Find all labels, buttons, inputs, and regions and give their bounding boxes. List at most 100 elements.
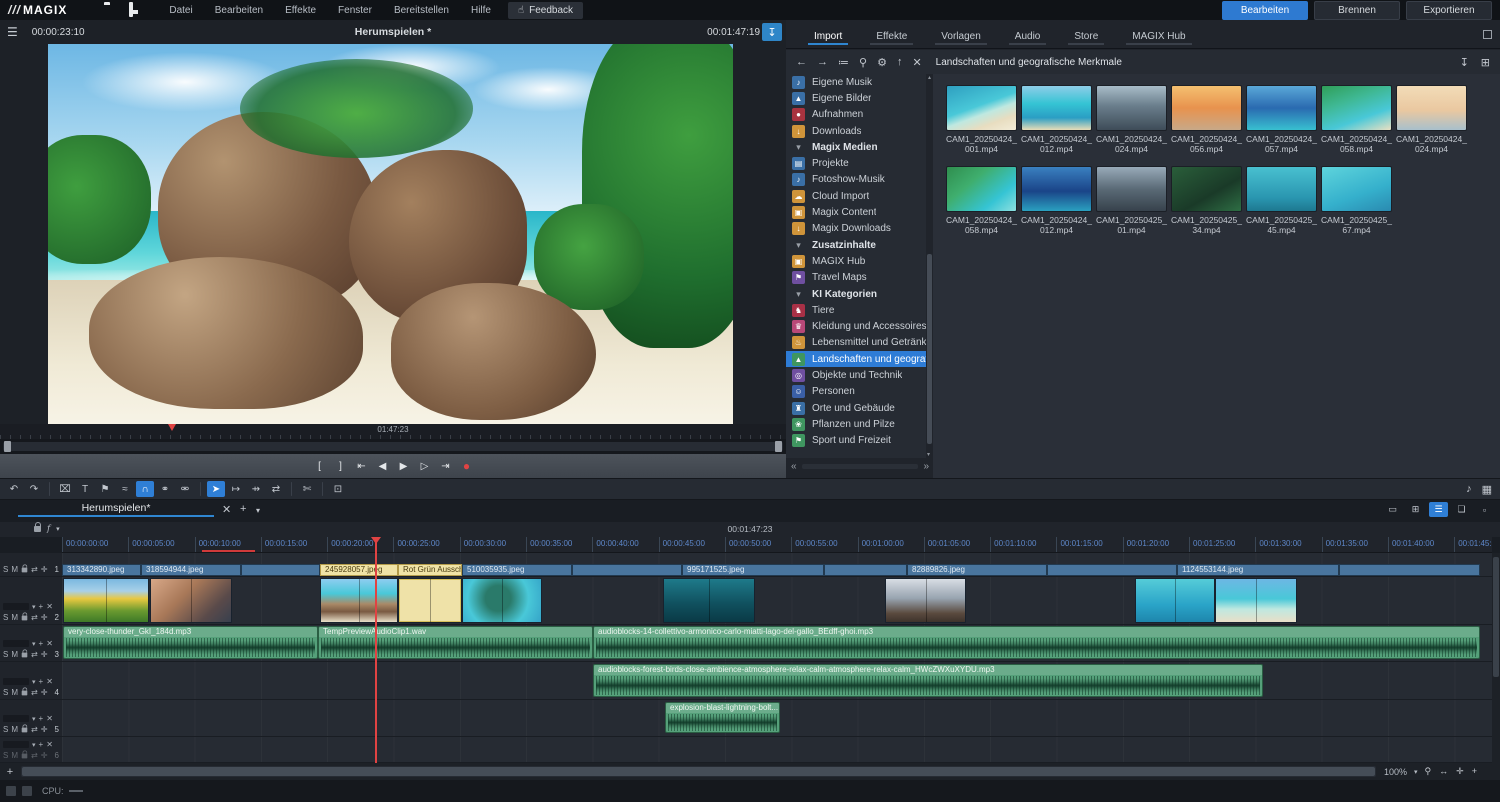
track-swap-icon[interactable]: ⇄ (31, 565, 38, 574)
track-move-icon[interactable]: ✛ (41, 751, 48, 760)
previous-frame-button[interactable]: ◀ (374, 458, 391, 475)
image-clip[interactable] (572, 564, 682, 576)
sidebar-item[interactable]: ⚑ Travel Maps (786, 270, 926, 286)
menu-item[interactable]: Bereitstellen (383, 1, 460, 20)
track-move-icon[interactable]: ✛ (41, 688, 48, 697)
image-clip[interactable] (1339, 564, 1480, 576)
detach-timeline-icon[interactable]: ▫ (1475, 502, 1494, 517)
audio-clip[interactable]: very-close-thunder_GkI_184d.mp3 (63, 626, 318, 659)
search-icon[interactable]: ⚲ (859, 56, 867, 69)
preview-video-frame[interactable] (48, 44, 733, 424)
image-clip[interactable]: 245928057.jpeg (320, 564, 398, 576)
media-file-item[interactable]: CAM1_20250424_056.mp4 (1171, 85, 1242, 154)
timeline-tab[interactable]: Herumspielen* (18, 502, 214, 514)
video-clip[interactable] (1215, 578, 1297, 623)
timeline-ruler[interactable]: 00:00:00:0000:00:05:0000:00:10:0000:00:1… (62, 537, 1492, 553)
settings-icon[interactable]: ⚙ (877, 56, 887, 69)
sidebar-item[interactable]: ❀ Pflanzen und Pilze (786, 416, 926, 432)
status-panel-icon[interactable] (22, 786, 32, 796)
media-file-item[interactable]: CAM1_20250424_058.mp4 (946, 166, 1017, 235)
menu-item[interactable]: Fenster (327, 1, 383, 20)
mouse-mode-all-icon[interactable]: ⇸ (247, 481, 265, 497)
video-clip[interactable] (663, 578, 755, 623)
solo-button[interactable]: S (3, 688, 8, 697)
sidebar-item[interactable]: ▣ MAGIX Hub (786, 253, 926, 269)
sidebar-item[interactable]: ♪ Eigene Musik (786, 74, 926, 90)
track-content[interactable] (62, 737, 1492, 762)
tree-view-icon[interactable]: ≔ (838, 56, 849, 69)
preview-mode-icon[interactable]: ▭ (1383, 502, 1402, 517)
mouse-mode-icon[interactable]: ➤ (207, 481, 225, 497)
sidebar-item[interactable]: ▾ Zusatzinhalte (786, 237, 926, 253)
scroll-handle-right[interactable] (775, 441, 782, 452)
track-swap-icon[interactable]: ⇄ (31, 751, 38, 760)
track-lock-icon[interactable] (22, 567, 28, 572)
forward-icon[interactable]: → (817, 56, 828, 69)
track-swap-icon[interactable]: ⇄ (31, 688, 38, 697)
mute-button[interactable]: M (11, 688, 18, 697)
undo-icon[interactable]: ↶ (5, 481, 23, 497)
sidebar-item[interactable]: ☁ Cloud Import (786, 188, 926, 204)
tab-menu-icon[interactable]: ▾ (256, 506, 260, 515)
track-add-icon[interactable]: + (39, 677, 44, 686)
track-close-icon[interactable]: ✕ (46, 677, 53, 686)
play-button[interactable]: ▶ (395, 458, 412, 475)
audio-export-button[interactable]: ↧ (762, 23, 782, 41)
solo-button[interactable]: S (3, 725, 8, 734)
mode-button[interactable]: Brennen (1314, 1, 1400, 20)
sidebar-item[interactable]: ● Aufnahmen (786, 107, 926, 123)
mute-button[interactable]: M (11, 565, 18, 574)
object-swap-icon[interactable]: ⇄ (267, 481, 285, 497)
audio-volume-icon[interactable]: ♪ (1466, 483, 1472, 496)
timeline-mode-icon[interactable]: ☰ (1429, 502, 1448, 517)
sidebar-item[interactable]: ♪ Fotoshow-Musik (786, 172, 926, 188)
waveform-icon[interactable]: ≈ (116, 481, 134, 497)
track-add-icon[interactable]: + (39, 714, 44, 723)
image-clip[interactable]: 995171525.jpeg (682, 564, 824, 576)
close-tab-icon[interactable]: ✕ (222, 503, 231, 516)
media-file-item[interactable]: CAM1_20250425_34.mp4 (1171, 166, 1242, 235)
image-clip[interactable]: Rot Grün Ausschnitt We... (398, 564, 462, 576)
image-clip[interactable] (824, 564, 907, 576)
track-menu-icon[interactable]: ▾ (32, 678, 36, 686)
track-close-icon[interactable]: ✕ (46, 714, 53, 723)
sidebar-item[interactable]: ↓ Downloads (786, 123, 926, 139)
media-file-item[interactable]: CAM1_20250424_057.mp4 (1246, 85, 1317, 154)
media-file-item[interactable]: CAM1_20250424_012.mp4 (1021, 85, 1092, 154)
zoom-level[interactable]: 100% (1384, 767, 1407, 777)
separator[interactable] (291, 482, 292, 496)
jump-start-button[interactable]: ⇤ (353, 458, 370, 475)
sidebar-scrollbar[interactable]: ▴▾ (926, 74, 933, 458)
marker-icon[interactable]: ⚑ (96, 481, 114, 497)
track-lock-icon[interactable] (22, 652, 28, 657)
detach-media-panel-icon[interactable] (1483, 30, 1492, 39)
media-file-item[interactable]: CAM1_20250424_001.mp4 (946, 85, 1017, 154)
track-swap-icon[interactable]: ⇄ (31, 613, 38, 622)
track-add-icon[interactable]: + (39, 740, 44, 749)
new-file-icon[interactable] (79, 4, 92, 17)
image-clip[interactable] (1047, 564, 1177, 576)
sidebar-item[interactable]: ▲ Landschaften und geografisch... (786, 351, 926, 367)
media-tab[interactable]: Vorlagen (927, 28, 994, 48)
group-icon[interactable]: ⚭ (156, 481, 174, 497)
status-grid-icon[interactable] (6, 786, 16, 796)
image-clip[interactable]: 1124553144.jpeg (1177, 564, 1339, 576)
zoom-width-icon[interactable]: ↔ (1439, 766, 1448, 777)
track-lock-icon[interactable] (22, 615, 28, 620)
add-tab-icon[interactable]: + (240, 503, 246, 515)
mode-button[interactable]: Exportieren (1406, 1, 1492, 20)
grid-view-icon[interactable]: ⊞ (1481, 56, 1490, 69)
track-lock-icon[interactable] (22, 690, 28, 695)
track-lock-icon[interactable] (22, 753, 28, 758)
zoom-menu-icon[interactable]: ▾ (1414, 768, 1418, 776)
zoom-search-icon[interactable]: ⚲ (1425, 766, 1432, 777)
sidebar-item[interactable]: ▤ Projekte (786, 155, 926, 171)
back-icon[interactable]: ← (796, 56, 807, 69)
sidebar-item[interactable]: ↓ Magix Downloads (786, 221, 926, 237)
scroll-handle-left[interactable] (4, 441, 11, 452)
video-clip[interactable] (885, 578, 966, 623)
audio-clip[interactable]: TempPreviewAudioClip1.wav (318, 626, 593, 659)
menu-item[interactable]: Datei (158, 1, 203, 20)
track-menu-icon[interactable]: ▾ (32, 741, 36, 749)
track-swap-icon[interactable]: ⇄ (31, 725, 38, 734)
